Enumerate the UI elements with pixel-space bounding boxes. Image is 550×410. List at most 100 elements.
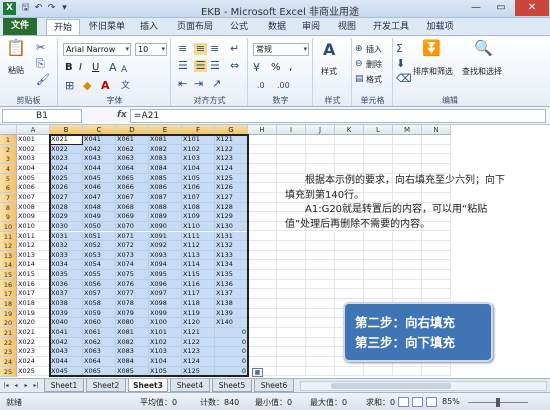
cell-a22[interactable]: X022 xyxy=(17,337,50,348)
row-header-12[interactable]: 12 xyxy=(0,241,17,252)
cell-d18[interactable]: X078 xyxy=(116,299,149,309)
cell-m13[interactable] xyxy=(393,250,422,261)
page-break-view-icon[interactable] xyxy=(426,397,437,407)
cell-a13[interactable]: X013 xyxy=(17,250,50,261)
cell-d19[interactable]: X079 xyxy=(116,308,149,319)
cell-a19[interactable]: X019 xyxy=(17,308,50,319)
cell-a1[interactable]: X001 xyxy=(17,135,50,145)
cell-d9[interactable]: X069 xyxy=(116,212,149,222)
cell-h24[interactable] xyxy=(248,356,277,367)
cell-g18[interactable]: X138 xyxy=(215,299,248,309)
cell-e13[interactable]: X093 xyxy=(149,250,182,261)
cell-f23[interactable]: X123 xyxy=(182,347,215,357)
cell-f24[interactable]: X124 xyxy=(182,356,215,367)
cell-f5[interactable]: X105 xyxy=(182,173,215,184)
cell-b3[interactable]: X023 xyxy=(50,154,83,164)
cell-l4[interactable] xyxy=(364,163,393,174)
cell-h4[interactable] xyxy=(248,163,277,174)
cell-n11[interactable] xyxy=(422,231,451,242)
cell-i1[interactable] xyxy=(277,135,306,145)
cell-f13[interactable]: X113 xyxy=(182,250,215,261)
cell-b4[interactable]: X024 xyxy=(50,163,83,174)
cell-g21[interactable]: 0 xyxy=(215,328,248,338)
sheet-tab-6[interactable]: Sheet6 xyxy=(254,379,294,392)
tab-addins[interactable]: 加载项 xyxy=(420,19,460,35)
cell-n15[interactable] xyxy=(422,270,451,280)
cell-a7[interactable]: X007 xyxy=(17,192,50,203)
cell-g8[interactable]: X128 xyxy=(215,202,248,213)
cell-m12[interactable] xyxy=(393,241,422,251)
cell-h13[interactable] xyxy=(248,250,277,261)
function-icon[interactable]: fx xyxy=(117,110,127,120)
cell-j18[interactable] xyxy=(306,299,335,309)
undo-icon[interactable]: ↶ xyxy=(33,3,44,14)
align-top-icon[interactable]: ≡ xyxy=(178,43,187,55)
row-header-14[interactable]: 14 xyxy=(0,260,17,271)
cell-j4[interactable] xyxy=(306,163,335,174)
cell-b25[interactable]: X045 xyxy=(50,366,83,377)
cell-a25[interactable]: X025 xyxy=(17,366,50,377)
cell-d24[interactable]: X084 xyxy=(116,356,149,367)
cell-d25[interactable]: X085 xyxy=(116,366,149,377)
cell-b13[interactable]: X033 xyxy=(50,250,83,261)
cell-n4[interactable] xyxy=(422,163,451,174)
formula-input[interactable]: =A21 xyxy=(130,109,546,123)
cell-d3[interactable]: X063 xyxy=(116,154,149,164)
row-header-13[interactable]: 13 xyxy=(0,250,17,261)
cell-h6[interactable] xyxy=(248,183,277,193)
cell-c16[interactable]: X056 xyxy=(83,279,116,290)
cell-d14[interactable]: X074 xyxy=(116,260,149,271)
cell-g3[interactable]: X123 xyxy=(215,154,248,164)
cell-b17[interactable]: X037 xyxy=(50,289,83,300)
row-header-9[interactable]: 9 xyxy=(0,212,17,223)
cell-l3[interactable] xyxy=(364,154,393,164)
cell-i11[interactable] xyxy=(277,231,306,242)
cell-f10[interactable]: X110 xyxy=(182,221,215,232)
insert-cells-button[interactable]: 插入 xyxy=(366,44,382,55)
cell-k1[interactable] xyxy=(335,135,364,145)
excel-app-icon[interactable]: X xyxy=(3,2,16,15)
cell-a17[interactable]: X017 xyxy=(17,289,50,300)
cell-e22[interactable]: X102 xyxy=(149,337,182,348)
orientation-icon[interactable]: ↗ xyxy=(212,78,221,90)
decrease-font-icon[interactable]: A xyxy=(121,64,127,76)
cell-f3[interactable]: X103 xyxy=(182,154,215,164)
cell-n25[interactable] xyxy=(422,366,451,377)
cell-j1[interactable] xyxy=(306,135,335,145)
cell-k3[interactable] xyxy=(335,154,364,164)
paste-options-icon[interactable]: ▦ xyxy=(252,368,263,377)
cell-c6[interactable]: X046 xyxy=(83,183,116,193)
cell-m11[interactable] xyxy=(393,231,422,242)
column-header-b[interactable]: B xyxy=(50,125,83,135)
increase-font-icon[interactable]: A xyxy=(109,62,117,74)
cell-g15[interactable]: X135 xyxy=(215,270,248,280)
cell-b6[interactable]: X026 xyxy=(50,183,83,193)
cell-d1[interactable]: X061 xyxy=(116,135,149,145)
insert-cells-icon[interactable]: ⊕ xyxy=(355,43,363,55)
cell-h14[interactable] xyxy=(248,260,277,271)
cell-m17[interactable] xyxy=(393,289,422,300)
cell-e7[interactable]: X087 xyxy=(149,192,182,203)
cell-d5[interactable]: X065 xyxy=(116,173,149,184)
cell-e2[interactable]: X082 xyxy=(149,144,182,155)
cell-b5[interactable]: X025 xyxy=(50,173,83,184)
cell-f6[interactable]: X106 xyxy=(182,183,215,193)
cell-g4[interactable]: X124 xyxy=(215,163,248,174)
cell-n13[interactable] xyxy=(422,250,451,261)
next-sheet-icon[interactable]: ▸ xyxy=(22,381,30,391)
zoom-slider-thumb[interactable] xyxy=(496,398,500,407)
cell-g10[interactable]: X130 xyxy=(215,221,248,232)
cell-j24[interactable] xyxy=(306,356,335,367)
cell-b2[interactable]: X022 xyxy=(50,144,83,155)
cell-c25[interactable]: X065 xyxy=(83,366,116,377)
cut-icon[interactable]: ✂ xyxy=(36,42,45,54)
cell-c7[interactable]: X047 xyxy=(83,192,116,203)
row-header-11[interactable]: 11 xyxy=(0,231,17,242)
cell-b22[interactable]: X042 xyxy=(50,337,83,348)
decrease-decimal-icon[interactable]: .00 xyxy=(277,80,290,92)
cell-l13[interactable] xyxy=(364,250,393,261)
row-header-5[interactable]: 5 xyxy=(0,173,17,184)
column-header-l[interactable]: L xyxy=(364,125,393,135)
cell-f7[interactable]: X107 xyxy=(182,192,215,203)
cell-g11[interactable]: X131 xyxy=(215,231,248,242)
